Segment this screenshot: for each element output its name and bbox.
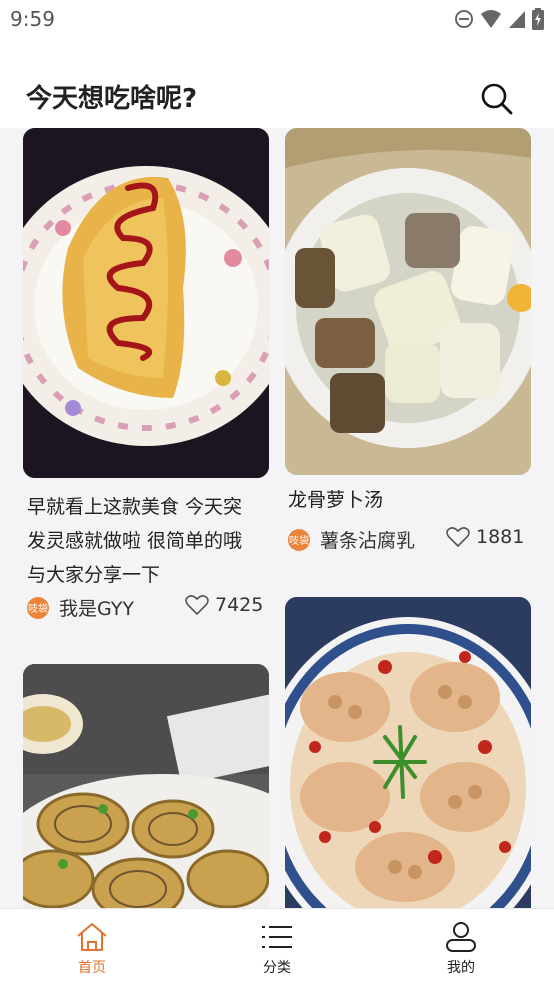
- search-button[interactable]: [480, 82, 514, 116]
- home-icon: [77, 923, 107, 951]
- heart-icon: [185, 595, 209, 616]
- recipe-card-image[interactable]: [285, 597, 531, 908]
- tab-label: 首页: [78, 960, 106, 976]
- likes[interactable]: 1881: [446, 526, 524, 548]
- recipe-card-image[interactable]: [23, 128, 269, 478]
- author-name: 薯条沾腐乳: [320, 530, 416, 552]
- title-line: 发灵感就做啦 很简单的哦: [27, 530, 243, 552]
- author[interactable]: 吱袋 薯条沾腐乳: [288, 526, 415, 553]
- title-line: 龙骨萝卜汤: [288, 489, 384, 511]
- tab-label: 我的: [447, 960, 475, 976]
- tab-profile[interactable]: 我的: [421, 921, 501, 977]
- omelette-photo: [23, 128, 269, 478]
- wifi-icon: [481, 10, 501, 28]
- do-not-disturb-icon: [455, 10, 473, 28]
- status-time: 9:59: [10, 7, 55, 31]
- radish-soup-photo: [285, 128, 531, 475]
- tab-bar: 首页 分类 我的: [0, 908, 554, 986]
- title-line: 早就看上这款美食 今天突: [27, 496, 243, 518]
- avatar: 吱袋: [288, 528, 310, 551]
- title-line: 与大家分享一下: [27, 564, 161, 586]
- tab-category[interactable]: 分类: [237, 921, 317, 977]
- tab-home[interactable]: 首页: [52, 921, 132, 977]
- author[interactable]: 吱袋 我是GYY: [27, 594, 134, 621]
- author-name: 我是GYY: [59, 598, 134, 620]
- likes[interactable]: 7425: [185, 594, 263, 616]
- heart-icon: [446, 527, 470, 548]
- list-icon: [262, 926, 292, 948]
- search-icon: [481, 83, 513, 115]
- recipe-card-image[interactable]: [23, 664, 269, 908]
- header: 今天想吃啥呢?: [0, 40, 554, 128]
- recipe-card-title[interactable]: 龙骨萝卜汤: [288, 483, 524, 517]
- status-bar: 9:59: [0, 0, 554, 40]
- lotus-root-photo: [285, 597, 531, 908]
- user-icon: [446, 922, 476, 952]
- recipe-feed[interactable]: 早就看上这款美食 今天突 发灵感就做啦 很简单的哦 与大家分享一下 吱袋 我是G…: [0, 128, 554, 908]
- page-title: 今天想吃啥呢?: [26, 84, 198, 114]
- status-icons: [454, 8, 544, 30]
- rolls-photo: [23, 664, 269, 908]
- signal-icon: [509, 11, 525, 28]
- tab-label: 分类: [263, 960, 291, 976]
- like-count: 1881: [476, 526, 525, 548]
- recipe-card-image[interactable]: [285, 128, 531, 475]
- avatar: 吱袋: [27, 596, 49, 619]
- like-count: 7425: [215, 594, 264, 616]
- recipe-card-title[interactable]: 早就看上这款美食 今天突 发灵感就做啦 很简单的哦 与大家分享一下: [27, 490, 263, 592]
- battery-icon: [532, 8, 544, 30]
